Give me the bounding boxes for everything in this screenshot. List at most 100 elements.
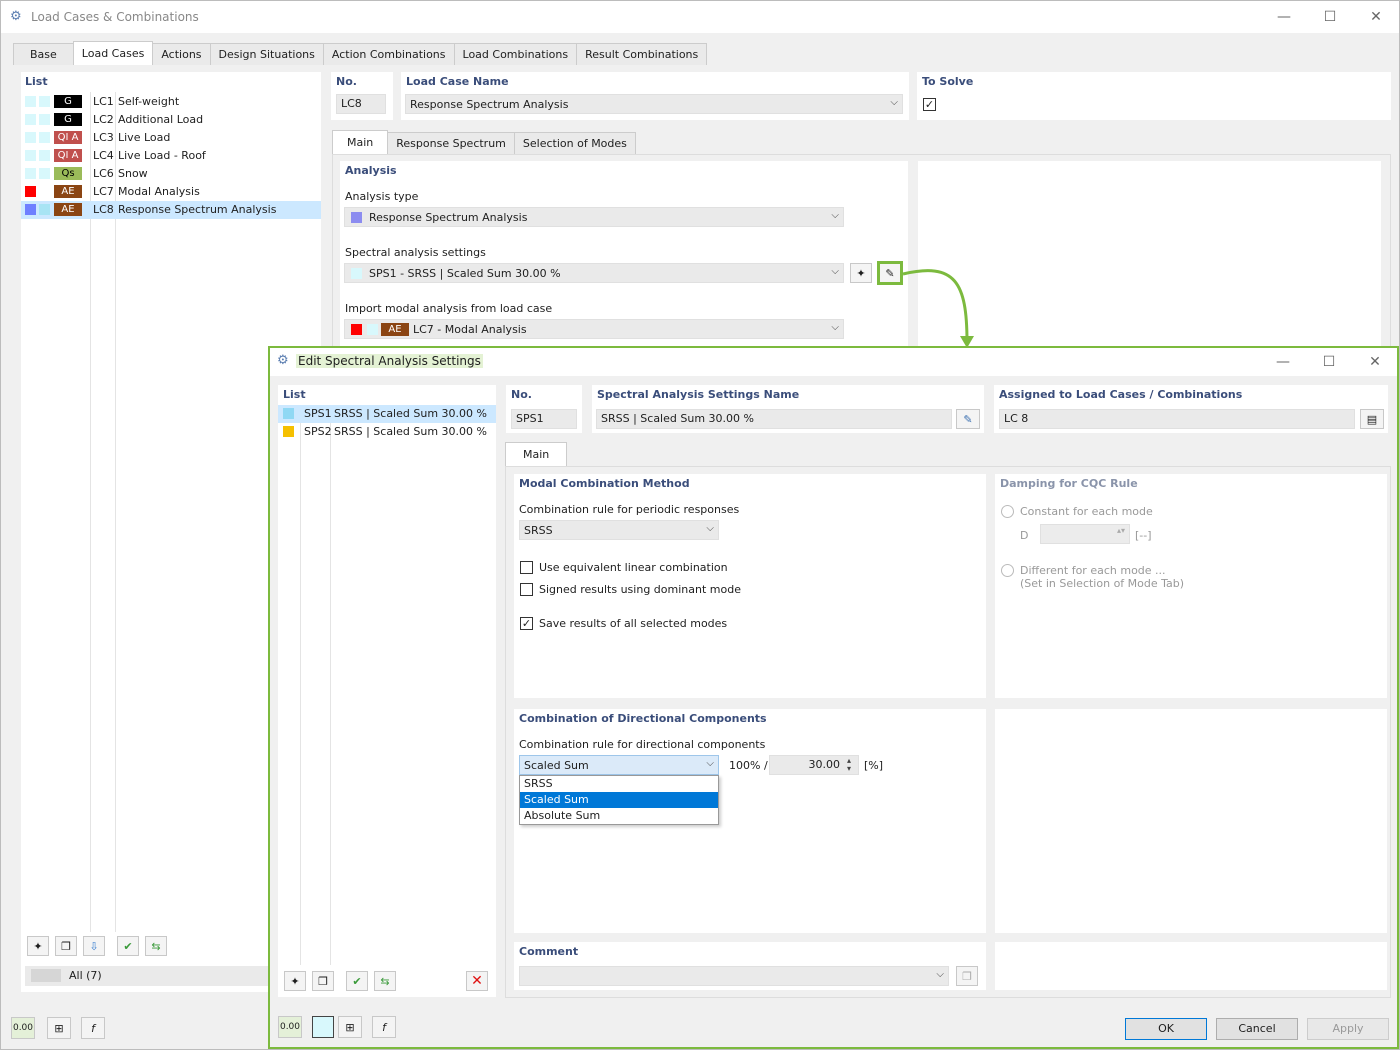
assigned-field[interactable]: LC 8 [999, 409, 1355, 429]
percent-field[interactable]: 30.00 [769, 755, 859, 775]
model-info-icon[interactable]: ⊞ [47, 1017, 71, 1039]
color-swatch [39, 150, 50, 161]
analysis-type-combo[interactable]: Response Spectrum Analysis ⌵ [344, 207, 844, 227]
toggle-check-icon[interactable]: ⇆ [374, 971, 396, 991]
directional-rule-dropdown: SRSS Scaled Sum Absolute Sum [519, 775, 719, 825]
cancel-button[interactable]: Cancel [1216, 1018, 1298, 1040]
import-modal-swatch [351, 324, 362, 335]
no-panel: No. LC8 [331, 72, 393, 120]
spin-icon[interactable]: ▴▾ [847, 757, 851, 773]
load-case-id: LC2 [93, 113, 114, 126]
tab-main[interactable]: Main [332, 130, 389, 154]
dialog-formula-icon[interactable]: f [372, 1016, 396, 1038]
directional-rule-value: Scaled Sum [524, 758, 589, 772]
directional-right-panel [995, 709, 1387, 933]
directional-rule-combo[interactable]: Scaled Sum ⌵ [519, 755, 719, 775]
dropdown-option[interactable]: SRSS [520, 776, 718, 792]
new-settings-icon[interactable]: ✦ [284, 971, 306, 991]
load-case-row[interactable]: QI A LC3 Live Load [21, 129, 321, 147]
dialog-no-field[interactable]: SPS1 [511, 409, 577, 429]
new-load-case-icon[interactable]: ✦ [27, 936, 49, 956]
dialog-close-button[interactable]: ✕ [1352, 348, 1398, 376]
toggle-check-icon[interactable]: ⇆ [145, 936, 167, 956]
periodic-rule-combo[interactable]: SRSS ⌵ [519, 520, 719, 540]
apply-button[interactable]: Apply [1307, 1018, 1389, 1040]
chevron-down-icon: ⌵ [831, 266, 839, 277]
check-all-icon[interactable]: ✔ [117, 936, 139, 956]
load-case-row[interactable]: AE LC7 Modal Analysis [21, 183, 321, 201]
color-swatch-button[interactable] [312, 1016, 334, 1038]
tab-load-combinations[interactable]: Load Combinations [453, 43, 578, 65]
different-mode-radio[interactable] [1001, 564, 1014, 577]
to-solve-panel: To Solve ✓ [917, 72, 1391, 120]
dialog-maximize-button[interactable]: ☐ [1306, 348, 1352, 376]
import-icon[interactable]: ⇩ [83, 936, 105, 956]
filter-combo[interactable]: All (7) [25, 966, 275, 986]
load-case-name: Live Load [118, 131, 171, 144]
new-spectral-settings-icon[interactable]: ✦ [850, 263, 872, 283]
tab-result-combinations[interactable]: Result Combinations [576, 43, 708, 65]
comment-library-icon[interactable]: ❐ [956, 966, 978, 986]
comment-combo[interactable]: ⌵ [519, 966, 949, 986]
edit-name-icon[interactable]: ✎ [956, 409, 980, 429]
import-modal-combo[interactable]: AE LC7 - Modal Analysis ⌵ [344, 319, 844, 339]
formula-icon[interactable]: f [81, 1017, 105, 1039]
color-swatch [39, 204, 50, 215]
to-solve-checkbox[interactable]: ✓ [923, 98, 936, 111]
analysis-type-swatch [351, 212, 362, 223]
tab-action-combinations[interactable]: Action Combinations [322, 43, 455, 65]
chevron-down-icon: ⌵ [706, 523, 714, 534]
tab-actions[interactable]: Actions [152, 43, 211, 65]
load-case-row[interactable]: G LC1 Self-weight [21, 93, 321, 111]
damping-panel: Damping for CQC Rule Constant for each m… [995, 474, 1387, 698]
dropdown-option[interactable]: Scaled Sum [520, 792, 718, 808]
save-results-checkbox[interactable]: ✓ [520, 617, 533, 630]
constant-mode-radio[interactable] [1001, 505, 1014, 518]
import-modal-label: Import modal analysis from load case [345, 302, 553, 315]
load-case-row[interactable]: QI A LC4 Live Load - Roof [21, 147, 321, 165]
no-field[interactable]: LC8 [336, 94, 386, 114]
spectral-settings-label: Spectral analysis settings [345, 246, 486, 259]
color-swatch [25, 150, 36, 161]
dropdown-option[interactable]: Absolute Sum [520, 808, 718, 824]
spectral-settings-combo[interactable]: SPS1 - SRSS | Scaled Sum 30.00 % ⌵ [344, 263, 844, 283]
check-all-icon[interactable]: ✔ [346, 971, 368, 991]
spin-icon[interactable]: ▴▾ [1117, 526, 1125, 535]
tab-selection-of-modes[interactable]: Selection of Modes [513, 132, 636, 154]
different-mode-note: (Set in Selection of Mode Tab) [1020, 577, 1185, 590]
dialog-units-icon[interactable]: 0.00 [278, 1016, 302, 1038]
signed-results-checkbox[interactable] [520, 583, 533, 596]
tab-base[interactable]: Base [13, 43, 74, 65]
tab-dialog-main[interactable]: Main [505, 442, 568, 466]
equivalent-linear-checkbox[interactable] [520, 561, 533, 574]
settings-name-field[interactable]: SRSS | Scaled Sum 30.00 % [596, 409, 952, 429]
close-button[interactable]: ✕ [1353, 1, 1399, 33]
ok-button[interactable]: OK [1125, 1018, 1207, 1040]
load-case-name-combo[interactable]: Response Spectrum Analysis ⌵ [405, 94, 903, 114]
tab-design-situations[interactable]: Design Situations [209, 43, 324, 65]
list-title: List [25, 75, 48, 88]
to-solve-label: To Solve [922, 75, 974, 88]
dialog-minimize-button[interactable]: — [1260, 348, 1306, 376]
spectral-row[interactable]: SPS1 SRSS | Scaled Sum 30.00 % [278, 405, 496, 423]
load-case-row[interactable]: Qs LC6 Snow [21, 165, 321, 183]
load-case-name-value: Response Spectrum Analysis [410, 97, 569, 111]
category-tag: G [54, 95, 82, 108]
load-case-id: LC1 [93, 95, 114, 108]
tab-response-spectrum[interactable]: Response Spectrum [387, 132, 515, 154]
load-case-row[interactable]: G LC2 Additional Load [21, 111, 321, 129]
maximize-button[interactable]: ☐ [1307, 1, 1353, 33]
load-case-row[interactable]: AE LC8 Response Spectrum Analysis [21, 201, 321, 219]
copy-settings-icon[interactable]: ❐ [312, 971, 334, 991]
copy-icon[interactable]: ❐ [55, 936, 77, 956]
color-swatch [25, 204, 36, 215]
units-icon[interactable]: 0.00 [11, 1017, 35, 1039]
tab-load-cases[interactable]: Load Cases [72, 41, 154, 65]
category-tag: AE [54, 185, 82, 198]
select-load-cases-icon[interactable]: ▤ [1360, 409, 1384, 429]
filter-label: All (7) [69, 969, 102, 982]
delete-icon[interactable]: ✕ [466, 971, 488, 991]
spectral-row[interactable]: SPS2 SRSS | Scaled Sum 30.00 % [278, 423, 496, 441]
minimize-button[interactable]: — [1261, 1, 1307, 33]
dialog-model-info-icon[interactable]: ⊞ [338, 1016, 362, 1038]
